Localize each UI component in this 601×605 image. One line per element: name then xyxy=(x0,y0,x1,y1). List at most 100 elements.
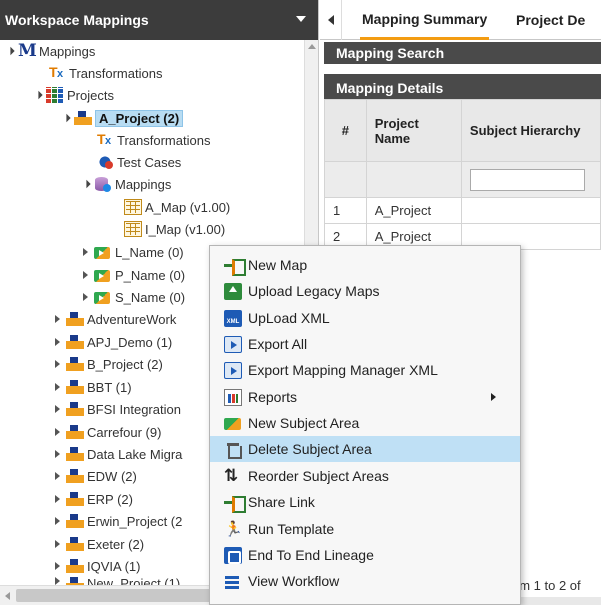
tree-node-project[interactable]: Carrefour (9) xyxy=(52,421,161,443)
expand-toggle-icon[interactable] xyxy=(52,404,62,414)
scroll-left-icon[interactable] xyxy=(5,592,10,600)
menu-item-view-workflow[interactable]: View Workflow xyxy=(210,568,520,594)
subject-area-icon xyxy=(94,244,112,260)
menu-item-export-all[interactable]: Export All xyxy=(210,331,520,357)
chevron-down-icon[interactable] xyxy=(296,16,306,22)
menu-item-label: Export Mapping Manager XML xyxy=(248,362,438,378)
tree-node-projects[interactable]: Projects xyxy=(32,84,114,106)
column-header-subject-hierarchy[interactable]: Subject Hierarchy xyxy=(460,99,601,162)
xml-icon xyxy=(224,309,242,327)
mapping-search-header[interactable]: Mapping Search xyxy=(324,42,601,64)
tree-node-project[interactable]: AdventureWork xyxy=(52,308,176,330)
tree-node-project[interactable]: EDW (2) xyxy=(52,465,137,487)
menu-item-end-to-end-lineage[interactable]: End To End Lineage xyxy=(210,542,520,568)
project-icon xyxy=(66,558,84,574)
expand-toggle-icon[interactable] xyxy=(32,90,42,100)
database-icon xyxy=(94,176,112,192)
lineage-icon xyxy=(224,546,242,564)
expand-toggle-icon[interactable] xyxy=(52,427,62,437)
expand-toggle-icon[interactable] xyxy=(52,576,62,585)
scrollbar-thumb[interactable] xyxy=(16,589,221,602)
expand-toggle-icon[interactable] xyxy=(52,337,62,347)
tree-node-label: I_Map (v1.00) xyxy=(145,221,226,237)
submenu-arrow-icon xyxy=(491,393,496,401)
tree-node-project[interactable]: BBT (1) xyxy=(52,376,132,398)
tab-mapping-summary[interactable]: Mapping Summary xyxy=(360,0,490,40)
tree-node-i-map[interactable]: I_Map (v1.00) xyxy=(124,218,225,240)
menu-item-label: End To End Lineage xyxy=(248,547,374,563)
export-icon xyxy=(224,335,242,353)
tree-node-project[interactable]: ERP (2) xyxy=(52,488,133,510)
tree-node-project[interactable]: Data Lake Migra xyxy=(52,443,182,465)
tree-node-label: A_Map (v1.00) xyxy=(145,199,231,215)
menu-item-reports[interactable]: Reports xyxy=(210,384,520,410)
tree-node-project[interactable]: BFSI Integration xyxy=(52,398,181,420)
reports-icon xyxy=(224,388,242,406)
project-icon xyxy=(66,536,84,552)
expand-toggle-icon[interactable] xyxy=(80,247,90,257)
tree-node-project[interactable]: New_Project (1) xyxy=(52,576,180,585)
tree-node-label: A_Project (2) xyxy=(95,109,184,127)
menu-item-upload-legacy-maps[interactable]: Upload Legacy Maps xyxy=(210,278,520,304)
expand-toggle-icon[interactable] xyxy=(52,539,62,549)
menu-item-upload-xml[interactable]: UpLoad XML xyxy=(210,305,520,331)
expand-toggle-icon[interactable] xyxy=(80,292,90,302)
table-row[interactable]: 1 A_Project xyxy=(324,197,601,224)
tree-node-subject-area[interactable]: P_Name (0) xyxy=(80,264,185,286)
column-header-number[interactable]: # xyxy=(324,99,367,162)
tree-node-project[interactable]: Exeter (2) xyxy=(52,533,144,555)
tab-project-details[interactable]: Project De xyxy=(516,0,585,40)
menu-item-delete-subject-area[interactable]: Delete Subject Area xyxy=(210,436,520,462)
tree-node-label: ERP (2) xyxy=(87,491,133,507)
table-filter-row xyxy=(324,161,601,198)
tree-node-transformations[interactable]: Transformations xyxy=(48,62,162,84)
menu-item-export-mapping-manager-xml[interactable]: Export Mapping Manager XML xyxy=(210,357,520,383)
tree-node-a-project[interactable]: A_Project (2) xyxy=(60,107,184,129)
expand-toggle-icon[interactable] xyxy=(52,494,62,504)
subject-area-icon xyxy=(94,267,112,283)
expand-toggle-icon[interactable] xyxy=(52,382,62,392)
expand-toggle-icon[interactable] xyxy=(52,314,62,324)
tree-node-project[interactable]: B_Project (2) xyxy=(52,353,163,375)
tree-node-label: Transformations xyxy=(117,132,211,148)
expand-toggle-icon[interactable] xyxy=(52,561,62,571)
tree-node-project[interactable]: APJ_Demo (1) xyxy=(52,331,172,353)
tree-node-a-map[interactable]: A_Map (v1.00) xyxy=(124,196,230,218)
tree-node-label: Projects xyxy=(67,87,114,103)
test-cases-icon xyxy=(96,154,114,170)
expand-toggle-icon[interactable] xyxy=(52,516,62,526)
expand-toggle-icon[interactable] xyxy=(80,179,90,189)
tab-scroll-left-icon[interactable] xyxy=(320,0,342,40)
tree-node-label: IQVIA (1) xyxy=(87,558,141,574)
transformations-icon xyxy=(48,64,66,81)
tree-node-subject-area[interactable]: S_Name (0) xyxy=(80,286,185,308)
expand-toggle-icon[interactable] xyxy=(4,46,14,56)
column-header-project-name[interactable]: Project Name xyxy=(365,99,462,162)
expand-toggle-icon[interactable] xyxy=(80,270,90,280)
workspace-mappings-header[interactable]: Workspace Mappings xyxy=(0,0,318,40)
tree-node-mappings-root[interactable]: M Mappings xyxy=(4,40,95,62)
menu-item-run-template[interactable]: Run Template xyxy=(210,516,520,542)
tab-label: Project De xyxy=(516,12,586,28)
tree-node-test-cases[interactable]: Test Cases xyxy=(96,151,181,173)
tree-node-subject-area[interactable]: L_Name (0) xyxy=(80,241,184,263)
tree-node-project[interactable]: IQVIA (1) xyxy=(52,555,140,577)
expand-toggle-icon[interactable] xyxy=(60,113,70,123)
expand-toggle-icon[interactable] xyxy=(52,359,62,369)
menu-item-label: View Workflow xyxy=(248,573,340,589)
menu-item-new-subject-area[interactable]: New Subject Area xyxy=(210,410,520,436)
subject-hierarchy-filter-input[interactable] xyxy=(469,168,585,191)
tree-node-a-transformations[interactable]: Transformations xyxy=(96,129,210,151)
tree-node-label: AdventureWork xyxy=(87,311,177,327)
expand-toggle-icon[interactable] xyxy=(52,449,62,459)
menu-item-new-map[interactable]: New Map xyxy=(210,252,520,278)
expand-toggle-icon[interactable] xyxy=(52,471,62,481)
filter-cell xyxy=(460,161,601,198)
menu-item-reorder-subject-areas[interactable]: Reorder Subject Areas xyxy=(210,463,520,489)
scroll-up-icon[interactable] xyxy=(308,44,316,49)
tree-node-project[interactable]: Erwin_Project (2 xyxy=(52,510,182,532)
workflow-icon xyxy=(224,573,242,590)
menu-item-share-link[interactable]: Share Link xyxy=(210,489,520,515)
tree-node-a-mappings[interactable]: Mappings xyxy=(80,173,171,195)
menu-item-label: Run Template xyxy=(248,521,335,537)
